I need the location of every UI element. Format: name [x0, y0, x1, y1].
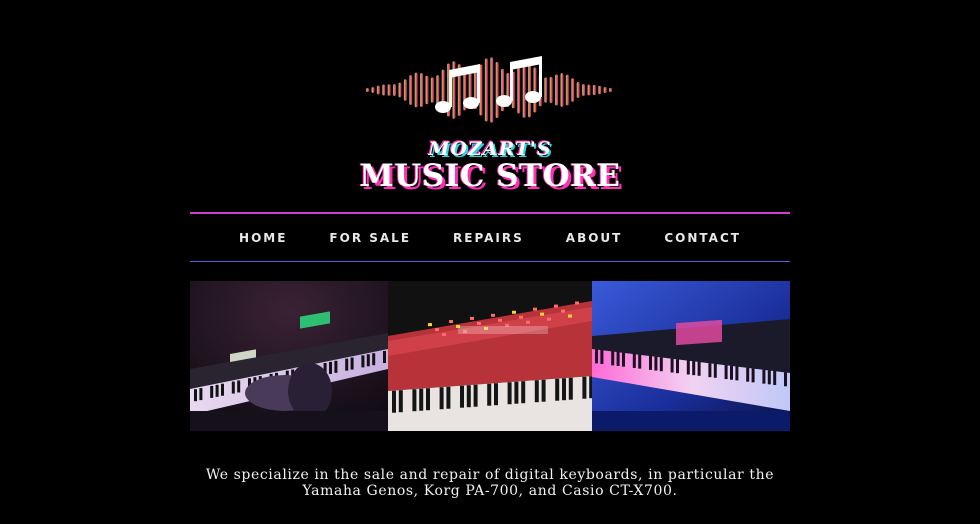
nav-contact-link[interactable]: CONTACT — [664, 231, 741, 245]
logo-big-text: MUSIC STORE — [359, 158, 621, 194]
nav-for-sale-link[interactable]: FOR SALE — [329, 231, 411, 245]
main-nav: HOME FOR SALE REPAIRS ABOUT CONTACT — [190, 214, 790, 261]
keyboard-photo-blue — [592, 281, 790, 431]
nav-repairs-link[interactable]: REPAIRS — [453, 231, 524, 245]
store-logo[interactable]: MOZART'S MUSIC STORE — [340, 40, 640, 195]
keyboard-photo-purple — [190, 281, 388, 431]
banner-images — [190, 281, 790, 431]
keyboard-photo-red — [388, 281, 592, 431]
music-notes-soundwave-icon — [366, 56, 612, 123]
logo-small-text: MOZART'S — [428, 138, 552, 160]
intro-text: We specialize in the sale and repair of … — [205, 467, 775, 499]
nav-home-link[interactable]: HOME — [239, 231, 287, 245]
nav-about-link[interactable]: ABOUT — [566, 231, 623, 245]
page: MOZART'S MUSIC STORE HOME FOR SALE REPAI… — [0, 0, 980, 524]
nav-bottom-divider — [190, 261, 790, 262]
